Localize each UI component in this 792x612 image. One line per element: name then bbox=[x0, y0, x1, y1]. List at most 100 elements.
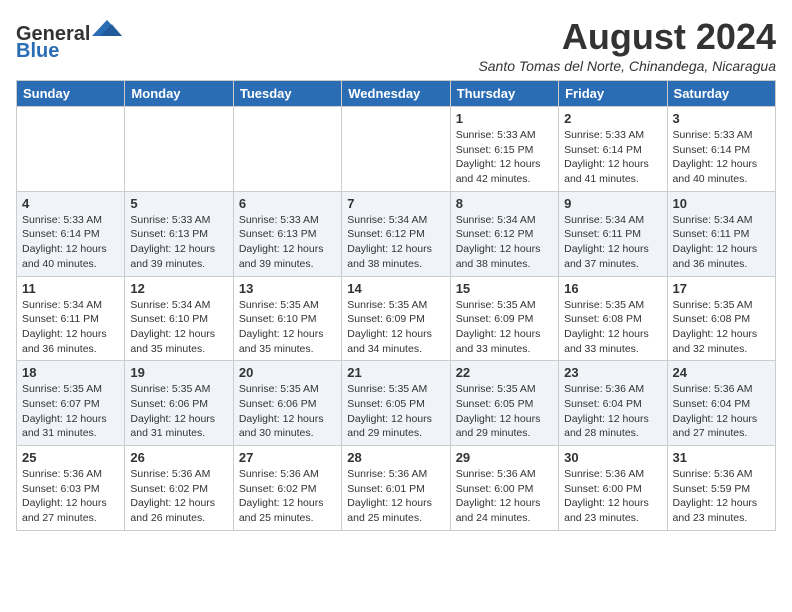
calendar-cell: 18Sunrise: 5:35 AM Sunset: 6:07 PM Dayli… bbox=[17, 361, 125, 446]
calendar-cell: 27 Sunrise: 5:36 AM Sunset: 6:02 PM Dayli… bbox=[233, 446, 341, 531]
day-number: 10 bbox=[673, 196, 770, 211]
day-info: Sunrise: 5:35 AM Sunset: 6:08 PM Dayligh… bbox=[673, 298, 770, 357]
calendar-cell: 28Sunrise: 5:36 AM Sunset: 6:01 PM Dayli… bbox=[342, 446, 450, 531]
calendar-cell: 5 Sunrise: 5:33 AM Sunset: 6:13 PM Daylig… bbox=[125, 191, 233, 276]
day-number: 5 bbox=[130, 196, 227, 211]
day-number: 28 bbox=[347, 450, 444, 465]
calendar-cell: 24Sunrise: 5:36 AM Sunset: 6:04 PM Dayli… bbox=[667, 361, 775, 446]
day-info: Sunrise: 5:33 AM Sunset: 6:14 PM Dayligh… bbox=[673, 128, 770, 187]
day-number: 14 bbox=[347, 281, 444, 296]
calendar-cell: 12 Sunrise: 5:34 AM Sunset: 6:10 PM Dayli… bbox=[125, 276, 233, 361]
calendar-cell bbox=[17, 107, 125, 192]
day-info: Sunrise: 5:35 AM Sunset: 6:07 PM Dayligh… bbox=[22, 382, 119, 441]
day-number: 4 bbox=[22, 196, 119, 211]
calendar-cell: 1 Sunrise: 5:33 AM Sunset: 6:15 PM Daylig… bbox=[450, 107, 558, 192]
day-info: Sunrise: 5:35 AM Sunset: 6:05 PM Dayligh… bbox=[456, 382, 553, 441]
location: Santo Tomas del Norte, Chinandega, Nicar… bbox=[478, 58, 776, 74]
calendar-cell: 16 Sunrise: 5:35 AM Sunset: 6:08 PM Dayli… bbox=[559, 276, 667, 361]
calendar-cell: 4 Sunrise: 5:33 AM Sunset: 6:14 PM Daylig… bbox=[17, 191, 125, 276]
calendar-cell: 30Sunrise: 5:36 AM Sunset: 6:00 PM Dayli… bbox=[559, 446, 667, 531]
day-number: 25 bbox=[22, 450, 119, 465]
day-number: 17 bbox=[673, 281, 770, 296]
day-info: Sunrise: 5:34 AM Sunset: 6:11 PM Dayligh… bbox=[564, 213, 661, 272]
day-info: Sunrise: 5:33 AM Sunset: 6:14 PM Dayligh… bbox=[22, 213, 119, 272]
day-info: Sunrise: 5:33 AM Sunset: 6:15 PM Dayligh… bbox=[456, 128, 553, 187]
day-info: Sunrise: 5:36 AM Sunset: 6:02 PM Dayligh… bbox=[239, 467, 336, 526]
day-info: Sunrise: 5:34 AM Sunset: 6:12 PM Dayligh… bbox=[347, 213, 444, 272]
calendar-cell: 14 Sunrise: 5:35 AM Sunset: 6:09 PM Dayli… bbox=[342, 276, 450, 361]
calendar-week-row: 11Sunrise: 5:34 AM Sunset: 6:11 PM Dayli… bbox=[17, 276, 776, 361]
calendar-cell: 25 Sunrise: 5:36 AM Sunset: 6:03 PM Dayli… bbox=[17, 446, 125, 531]
day-number: 12 bbox=[130, 281, 227, 296]
weekday-header-sunday: Sunday bbox=[17, 81, 125, 107]
day-number: 1 bbox=[456, 111, 553, 126]
calendar-cell: 22 Sunrise: 5:35 AM Sunset: 6:05 PM Dayli… bbox=[450, 361, 558, 446]
day-number: 26 bbox=[130, 450, 227, 465]
day-info: Sunrise: 5:36 AM Sunset: 6:04 PM Dayligh… bbox=[564, 382, 661, 441]
day-info: Sunrise: 5:36 AM Sunset: 6:03 PM Dayligh… bbox=[22, 467, 119, 526]
calendar-cell: 11Sunrise: 5:34 AM Sunset: 6:11 PM Dayli… bbox=[17, 276, 125, 361]
day-info: Sunrise: 5:35 AM Sunset: 6:08 PM Dayligh… bbox=[564, 298, 661, 357]
day-info: Sunrise: 5:35 AM Sunset: 6:05 PM Dayligh… bbox=[347, 382, 444, 441]
weekday-header-tuesday: Tuesday bbox=[233, 81, 341, 107]
day-info: Sunrise: 5:33 AM Sunset: 6:13 PM Dayligh… bbox=[130, 213, 227, 272]
header: General Blue August 2024 Santo Tomas del… bbox=[16, 16, 776, 74]
weekday-header-thursday: Thursday bbox=[450, 81, 558, 107]
day-number: 16 bbox=[564, 281, 661, 296]
month-year: August 2024 bbox=[478, 16, 776, 58]
calendar-cell: 9 Sunrise: 5:34 AM Sunset: 6:11 PM Daylig… bbox=[559, 191, 667, 276]
weekday-header-row: SundayMondayTuesdayWednesdayThursdayFrid… bbox=[17, 81, 776, 107]
day-info: Sunrise: 5:36 AM Sunset: 6:02 PM Dayligh… bbox=[130, 467, 227, 526]
calendar-cell: 2 Sunrise: 5:33 AM Sunset: 6:14 PM Daylig… bbox=[559, 107, 667, 192]
day-info: Sunrise: 5:33 AM Sunset: 6:14 PM Dayligh… bbox=[564, 128, 661, 187]
weekday-header-monday: Monday bbox=[125, 81, 233, 107]
calendar-table: SundayMondayTuesdayWednesdayThursdayFrid… bbox=[16, 80, 776, 531]
calendar-cell: 17 Sunrise: 5:35 AM Sunset: 6:08 PM Dayli… bbox=[667, 276, 775, 361]
calendar-cell: 7 Sunrise: 5:34 AM Sunset: 6:12 PM Daylig… bbox=[342, 191, 450, 276]
day-number: 3 bbox=[673, 111, 770, 126]
calendar-week-row: 18Sunrise: 5:35 AM Sunset: 6:07 PM Dayli… bbox=[17, 361, 776, 446]
calendar-cell: 31Sunrise: 5:36 AM Sunset: 5:59 PM Dayli… bbox=[667, 446, 775, 531]
calendar-cell: 19Sunrise: 5:35 AM Sunset: 6:06 PM Dayli… bbox=[125, 361, 233, 446]
calendar-cell: 15Sunrise: 5:35 AM Sunset: 6:09 PM Dayli… bbox=[450, 276, 558, 361]
day-number: 27 bbox=[239, 450, 336, 465]
calendar-header: SundayMondayTuesdayWednesdayThursdayFrid… bbox=[17, 81, 776, 107]
calendar-cell bbox=[342, 107, 450, 192]
calendar-cell: 13 Sunrise: 5:35 AM Sunset: 6:10 PM Dayli… bbox=[233, 276, 341, 361]
calendar-cell: 21Sunrise: 5:35 AM Sunset: 6:05 PM Dayli… bbox=[342, 361, 450, 446]
day-number: 9 bbox=[564, 196, 661, 211]
calendar-cell: 6 Sunrise: 5:33 AM Sunset: 6:13 PM Daylig… bbox=[233, 191, 341, 276]
day-number: 23 bbox=[564, 365, 661, 380]
logo: General Blue bbox=[16, 16, 122, 63]
day-number: 7 bbox=[347, 196, 444, 211]
day-info: Sunrise: 5:36 AM Sunset: 6:04 PM Dayligh… bbox=[673, 382, 770, 441]
day-info: Sunrise: 5:34 AM Sunset: 6:12 PM Dayligh… bbox=[456, 213, 553, 272]
day-number: 6 bbox=[239, 196, 336, 211]
weekday-header-saturday: Saturday bbox=[667, 81, 775, 107]
day-number: 11 bbox=[22, 281, 119, 296]
calendar-week-row: 4 Sunrise: 5:33 AM Sunset: 6:14 PM Daylig… bbox=[17, 191, 776, 276]
logo-blue-text: Blue bbox=[16, 40, 59, 63]
calendar-cell bbox=[125, 107, 233, 192]
calendar-cell: 8Sunrise: 5:34 AM Sunset: 6:12 PM Daylig… bbox=[450, 191, 558, 276]
calendar-cell: 10 Sunrise: 5:34 AM Sunset: 6:11 PM Dayli… bbox=[667, 191, 775, 276]
day-info: Sunrise: 5:33 AM Sunset: 6:13 PM Dayligh… bbox=[239, 213, 336, 272]
day-info: Sunrise: 5:35 AM Sunset: 6:09 PM Dayligh… bbox=[347, 298, 444, 357]
logo-icon bbox=[92, 16, 122, 40]
calendar-cell: 26 Sunrise: 5:36 AM Sunset: 6:02 PM Dayli… bbox=[125, 446, 233, 531]
day-number: 19 bbox=[130, 365, 227, 380]
day-number: 2 bbox=[564, 111, 661, 126]
weekday-header-wednesday: Wednesday bbox=[342, 81, 450, 107]
day-info: Sunrise: 5:35 AM Sunset: 6:09 PM Dayligh… bbox=[456, 298, 553, 357]
day-number: 13 bbox=[239, 281, 336, 296]
day-info: Sunrise: 5:34 AM Sunset: 6:11 PM Dayligh… bbox=[673, 213, 770, 272]
day-number: 22 bbox=[456, 365, 553, 380]
calendar-cell: 29Sunrise: 5:36 AM Sunset: 6:00 PM Dayli… bbox=[450, 446, 558, 531]
calendar-cell: 23 Sunrise: 5:36 AM Sunset: 6:04 PM Dayli… bbox=[559, 361, 667, 446]
weekday-header-friday: Friday bbox=[559, 81, 667, 107]
day-info: Sunrise: 5:36 AM Sunset: 6:00 PM Dayligh… bbox=[564, 467, 661, 526]
title-area: August 2024 Santo Tomas del Norte, China… bbox=[478, 16, 776, 74]
day-number: 20 bbox=[239, 365, 336, 380]
day-info: Sunrise: 5:35 AM Sunset: 6:10 PM Dayligh… bbox=[239, 298, 336, 357]
day-info: Sunrise: 5:34 AM Sunset: 6:10 PM Dayligh… bbox=[130, 298, 227, 357]
